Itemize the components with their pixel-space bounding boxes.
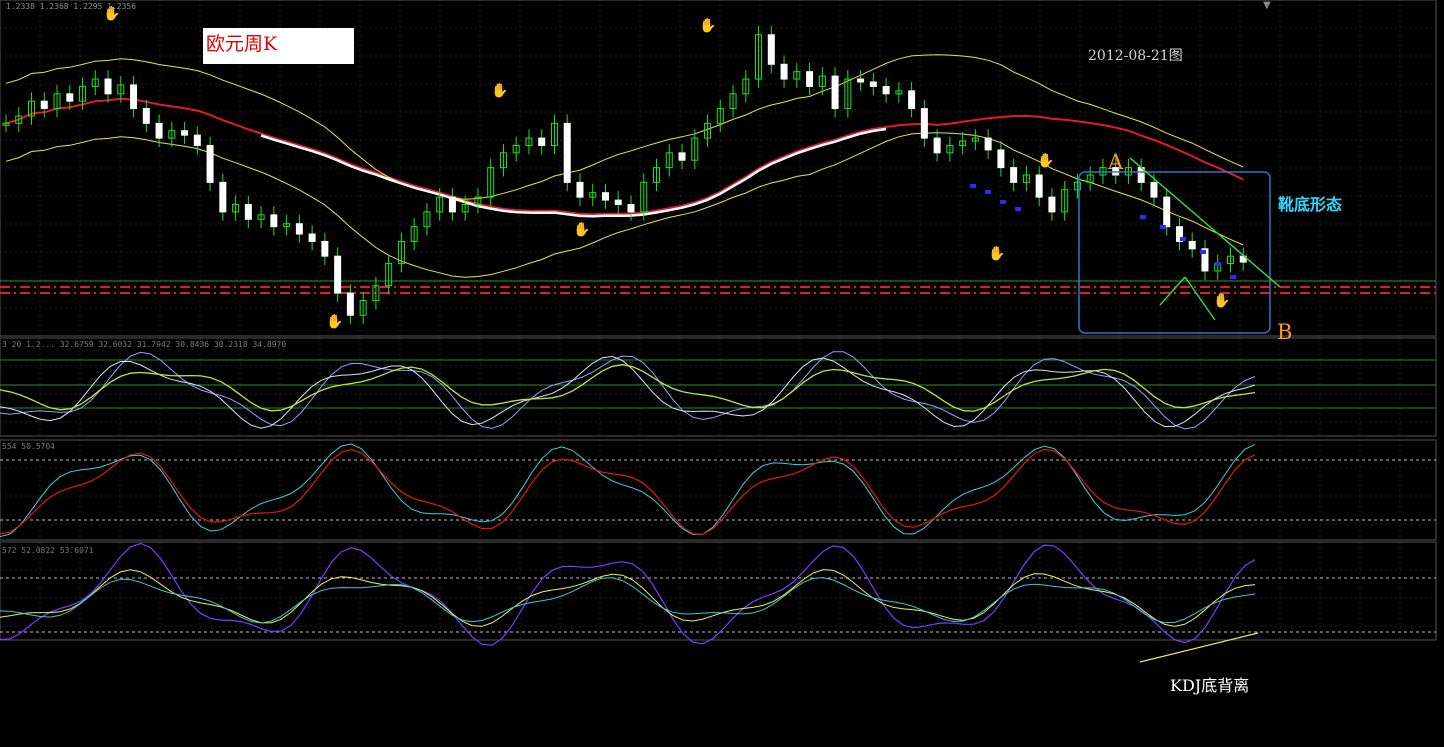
indicator-2-header: 554 50.5704 (2, 442, 55, 451)
candle (614, 199, 622, 206)
candle (1010, 167, 1018, 183)
divergence-label: KDJ底背离 (1170, 676, 1250, 695)
fractal-down-icon: ✋ (326, 313, 343, 330)
candle (66, 93, 74, 102)
candle (193, 134, 201, 146)
candle (538, 137, 546, 146)
candle (1163, 196, 1171, 228)
osc2-line-white (0, 355, 1256, 429)
candle (270, 214, 278, 228)
forex-chart: ✋✋✋✋✋✋✋✋ (0, 0, 1437, 663)
candle (346, 292, 354, 316)
signal-marker (1015, 207, 1021, 211)
signal-marker (1140, 215, 1146, 219)
point-b-label: B (1277, 320, 1293, 344)
stoch-d-line (0, 448, 1256, 535)
point-a-label: A (1108, 150, 1124, 174)
candle (1035, 174, 1043, 198)
signal-marker (1160, 225, 1166, 229)
candle (601, 192, 609, 201)
candle (155, 122, 163, 139)
chart-title: 欧元周K (203, 28, 354, 64)
candle (308, 233, 316, 242)
signal-marker (1200, 250, 1206, 254)
candle (627, 204, 635, 213)
signal-marker (1180, 237, 1186, 241)
osc2-line-yellow (0, 364, 1256, 412)
stoch-k-line (0, 443, 1256, 538)
indicator-3-header: 572 52.0822 53.6071 (2, 546, 94, 555)
candle (984, 137, 992, 151)
osc2-line-blue (0, 351, 1256, 430)
panel-border (0, 541, 1437, 641)
candle (181, 130, 189, 136)
candle (869, 81, 877, 87)
candle (219, 181, 227, 213)
fractal-up-icon: ✋ (699, 17, 716, 34)
band-lower-line (5, 132, 1244, 278)
candle (831, 75, 839, 110)
trendline-b2 (1184, 276, 1216, 321)
pattern-label: 靴底形态 (1278, 195, 1343, 214)
ma-white-line (260, 127, 887, 218)
candle (130, 84, 138, 110)
fractal-down-icon: ✋ (988, 245, 1005, 262)
divergence-line (1139, 632, 1259, 663)
candle (806, 71, 814, 87)
band-upper-line (5, 54, 1244, 200)
candle (563, 122, 571, 183)
fractal-up-icon: ✋ (491, 82, 508, 99)
candle (244, 204, 252, 220)
candle (104, 78, 112, 95)
candle (908, 90, 916, 110)
candle (1150, 181, 1158, 198)
candle (576, 181, 584, 198)
candle (780, 63, 788, 80)
candle (1188, 240, 1196, 250)
kdj-j-line (0, 542, 1256, 646)
candle (767, 34, 775, 65)
candle (448, 196, 456, 213)
candle (920, 108, 928, 139)
signal-marker (1000, 200, 1006, 204)
candle (295, 223, 303, 235)
candle (1048, 196, 1056, 213)
ohlc-readout: 1.2338 1.2368 1.2295 1.2356 (6, 2, 137, 11)
fractal-down-icon: ✋ (1213, 292, 1230, 309)
signal-marker (970, 184, 976, 188)
candle (678, 152, 686, 161)
candle (334, 255, 342, 294)
panel-border (0, 337, 1437, 437)
candle (142, 108, 150, 124)
candle (933, 137, 941, 154)
candle (206, 144, 214, 183)
fractal-down-icon: ✋ (573, 221, 590, 238)
candle (997, 149, 1005, 169)
candle (882, 85, 890, 95)
arrow-down-icon[interactable]: ▼ (1263, 0, 1271, 11)
fractal-up-icon: ✋ (1037, 152, 1054, 169)
candle (321, 240, 329, 257)
candle (40, 100, 48, 110)
candle (857, 78, 865, 83)
signal-marker (1230, 275, 1236, 279)
indicator-1-header: 3 20 1.2... 32.6759 32.6032 31.7942 30.8… (2, 340, 287, 349)
signal-marker (985, 190, 991, 194)
signal-marker (1215, 262, 1221, 266)
ma-long-line (5, 97, 1244, 216)
chart-date: 2012-08-21图 (1088, 48, 1183, 64)
